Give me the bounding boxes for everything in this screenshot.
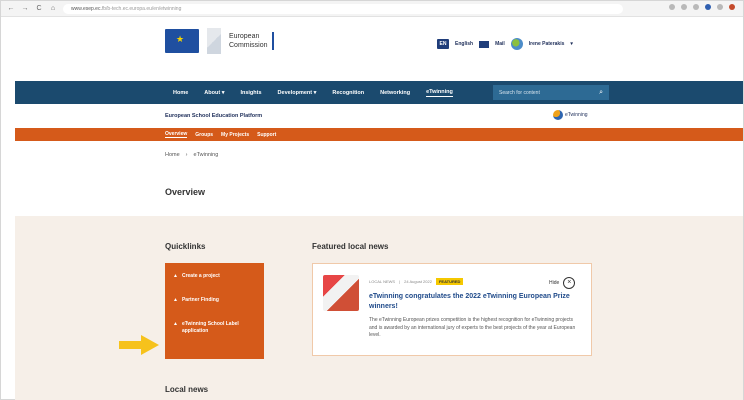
- language-selector[interactable]: English: [455, 41, 473, 47]
- extension-icon[interactable]: [705, 4, 711, 10]
- quicklink-create-project[interactable]: ▲ Create a project: [173, 273, 256, 280]
- extension-icons: [669, 4, 735, 10]
- search-input[interactable]: [499, 89, 589, 96]
- chevron-up-icon: ▲: [173, 321, 178, 327]
- etwinning-logo-icon: [553, 110, 563, 120]
- mail-icon[interactable]: [479, 40, 490, 48]
- nav-recognition[interactable]: Recognition: [332, 90, 364, 96]
- sub-navigation: Overview Groups My Projects Support: [15, 128, 743, 141]
- star-icon[interactable]: [681, 4, 687, 10]
- search-box: ⌕: [493, 85, 609, 100]
- avatar[interactable]: [510, 38, 523, 50]
- news-headline[interactable]: eTwinning congratulates the 2022 eTwinni…: [369, 292, 579, 312]
- header-tools: EN English Mail Irene Paterakis ▾: [437, 38, 573, 50]
- chevron-right-icon: ›: [185, 152, 188, 158]
- search-icon[interactable]: ⌕: [599, 89, 603, 97]
- url-path: fb/b-tech.ec.europa.eu/en/etwinning: [101, 5, 182, 12]
- local-news-heading: Local news: [165, 385, 209, 394]
- close-icon[interactable]: ×: [563, 277, 576, 289]
- featured-badge: FEATURED: [435, 278, 464, 285]
- featured-news-heading: Featured local news: [312, 242, 389, 251]
- platform-bar: European School Education Platform eTwin…: [15, 104, 743, 128]
- breadcrumb: Home › eTwinning: [165, 152, 218, 158]
- news-thumbnail[interactable]: [323, 275, 359, 311]
- tab-support[interactable]: Support: [257, 132, 276, 138]
- browser-window: ← → C ⌂ www.esep.ec.fb/b-tech.ec.europa.…: [0, 0, 744, 400]
- page-title: Overview: [165, 187, 206, 197]
- news-card[interactable]: LOCAL NEWS | 24 August 2022 FEATURED Hid…: [312, 263, 592, 356]
- breadcrumb-home[interactable]: Home: [165, 152, 180, 158]
- nav-insights[interactable]: Insights: [240, 90, 261, 96]
- quicklinks-heading: Quicklinks: [165, 242, 206, 251]
- news-date: 24 August 2022: [404, 279, 432, 284]
- quicklink-label: eTwinning School Label application: [181, 321, 239, 334]
- puzzle-icon[interactable]: [717, 4, 723, 10]
- home-icon[interactable]: ⌂: [49, 5, 57, 12]
- news-description: The eTwinning European prizes competitio…: [369, 317, 576, 338]
- tab-my-projects[interactable]: My Projects: [221, 132, 249, 138]
- reload-icon[interactable]: C: [35, 5, 43, 12]
- chevron-up-icon: ▲: [173, 297, 178, 303]
- logo-line-1: European: [229, 33, 260, 40]
- news-category: LOCAL NEWS: [369, 279, 396, 284]
- quicklink-partner-finding[interactable]: ▲ Partner Finding: [173, 297, 256, 304]
- hide-label: Hide: [549, 280, 560, 286]
- back-icon[interactable]: ←: [7, 5, 15, 12]
- quicklink-label: Partner Finding: [181, 297, 219, 303]
- extension-icon[interactable]: [693, 4, 699, 10]
- pointer-arrow-icon: [119, 335, 159, 355]
- logo-building-icon: [207, 28, 221, 54]
- european-commission-logo[interactable]: European Commission: [165, 28, 274, 54]
- nav-etwinning[interactable]: eTwinning: [426, 89, 453, 97]
- eu-flag-icon: [165, 29, 199, 53]
- platform-title[interactable]: European School Education Platform: [165, 113, 262, 119]
- quicklinks-panel: ▲ Create a project ▲ Partner Finding ▲ e…: [165, 263, 264, 359]
- chevron-up-icon: ▲: [173, 273, 178, 279]
- mail-link[interactable]: Mail: [495, 41, 505, 47]
- language-icon[interactable]: EN: [437, 39, 449, 49]
- nav-about[interactable]: About ▾: [204, 90, 224, 96]
- etwinning-logo[interactable]: eTwinning: [553, 110, 588, 120]
- quicklink-label: Create a project: [181, 273, 220, 279]
- hide-button[interactable]: Hide ×: [549, 277, 576, 289]
- news-meta: LOCAL NEWS | 24 August 2022 FEATURED: [369, 278, 464, 285]
- nav-home[interactable]: Home: [173, 90, 188, 96]
- meta-divider: |: [399, 279, 401, 284]
- user-menu[interactable]: Irene Paterakis: [529, 41, 565, 47]
- main-navigation: Home About ▾ Insights Development ▾ Reco…: [15, 81, 743, 104]
- chevron-down-icon[interactable]: ▾: [570, 41, 573, 47]
- etwinning-logo-text: eTwinning: [565, 112, 588, 118]
- breadcrumb-current: eTwinning: [193, 152, 219, 158]
- url-field[interactable]: www.esep.ec.fb/b-tech.ec.europa.eu/en/et…: [63, 3, 623, 14]
- quicklink-school-label[interactable]: ▲ eTwinning School Label application: [173, 321, 256, 335]
- logo-text: European Commission: [229, 32, 274, 50]
- tab-groups[interactable]: Groups: [195, 132, 213, 138]
- page-top-section: [15, 141, 743, 216]
- forward-icon[interactable]: →: [21, 5, 29, 12]
- share-icon[interactable]: [669, 4, 675, 10]
- logo-line-2: Commission: [229, 42, 268, 49]
- profile-icon[interactable]: [729, 4, 735, 10]
- tab-overview[interactable]: Overview: [165, 131, 188, 138]
- url-host: www.esep.ec.: [71, 5, 102, 12]
- nav-development[interactable]: Development ▾: [278, 90, 317, 96]
- nav-networking[interactable]: Networking: [380, 90, 410, 96]
- site-header: [1, 18, 743, 81]
- address-bar: ← → C ⌂ www.esep.ec.fb/b-tech.ec.europa.…: [1, 1, 743, 17]
